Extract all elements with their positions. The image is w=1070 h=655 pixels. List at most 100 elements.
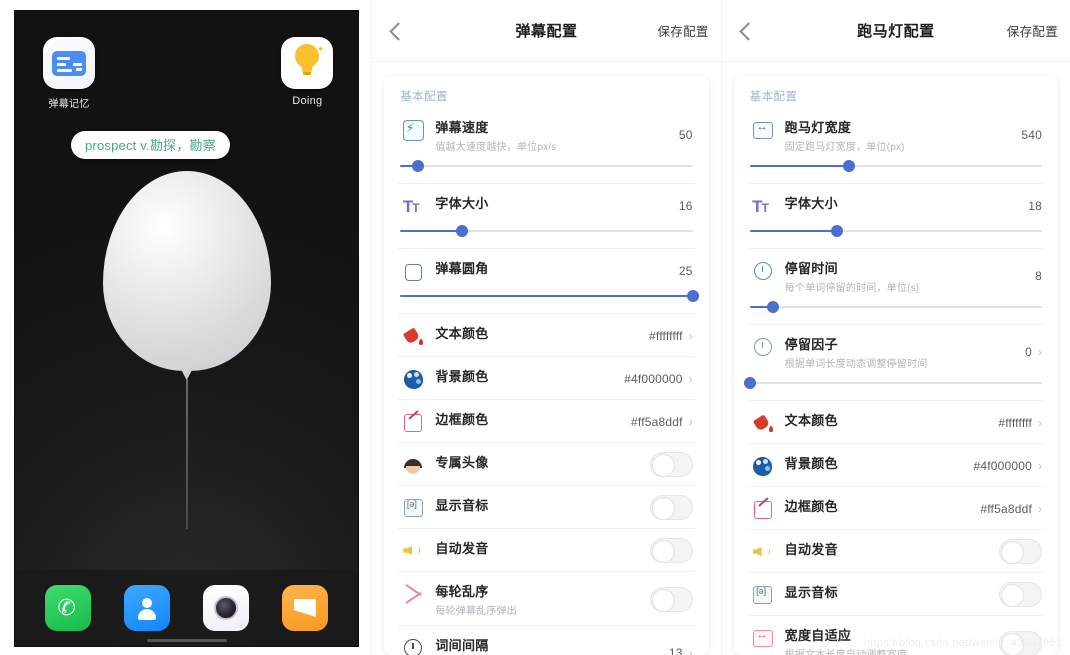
chevron-right-icon: › [1038,345,1042,359]
danmu-app-icon [43,37,95,89]
setting-row[interactable]: 文本颜色 #ffffffff › [748,401,1044,441]
setting-title: 文本颜色 [435,326,489,341]
setting-toggle[interactable] [999,582,1042,607]
setting-value: 25 [678,263,693,278]
setting-row-main: 弹幕速度值越大速度越快，单位px/s 50 [400,117,692,153]
app-shortcut-danmu[interactable]: 弹幕记忆 [42,37,96,110]
setting-title: 跑马灯宽度 [784,120,852,135]
setting-row[interactable]: 停留时间 每个单词停留的时间，单位(s) 8 [748,249,1044,322]
setting-slider[interactable] [400,224,693,238]
lightbulb-icon: ✦ [281,37,334,89]
setting-title: 专属头像 [435,455,489,470]
balloon-shape [102,171,271,371]
setting-row[interactable]: 词间间隔每个弹幕弹出的相隔时间(s) 13 › [398,626,694,655]
setting-slider[interactable] [400,159,693,173]
font-size-icon: TT [402,196,420,216]
setting-value: 0 [1025,345,1032,359]
setting-row[interactable]: 显示音标 [748,573,1044,613]
setting-value: #4f000000 [973,458,1032,473]
chevron-right-icon: › [1038,415,1042,430]
camera-icon[interactable] [203,585,250,631]
setting-slider[interactable] [743,376,1042,390]
phone-icon[interactable]: ✆ [45,585,92,631]
setting-row-texts: 背景颜色 [435,366,616,385]
slider-thumb[interactable] [843,160,856,172]
setting-title: 每轮乱序 [435,584,489,599]
avatar-icon [400,453,426,477]
width-icon [750,118,776,142]
setting-subtitle: 每轮弹幕乱序弹出 [435,606,517,617]
setting-slider[interactable] [749,224,1042,238]
setting-title: 背景颜色 [435,369,489,384]
setting-slider[interactable] [749,300,1042,314]
slider-thumb[interactable] [411,160,424,172]
setting-toggle[interactable] [999,539,1042,564]
setting-row-main: TT 字体大小 16 [400,193,693,218]
slider-thumb[interactable] [743,377,756,389]
setting-row[interactable]: 背景颜色 #4f000000 › [748,444,1044,484]
chevron-right-icon: › [688,414,693,429]
marquee-config-panel: 跑马灯配置 保存配置 基本配置 跑马灯宽度固定跑马灯宽度，单位(px) 540 TT… [721,0,1070,655]
setting-value: 50 [678,128,693,142]
setting-row[interactable]: 显示音标 [398,486,694,526]
setting-row[interactable]: 弹幕圆角 25 [398,249,699,311]
slider-thumb[interactable] [455,225,468,237]
sparkle-icon: ✦ [316,44,325,54]
setting-row[interactable]: 跑马灯宽度固定跑马灯宽度，单位(px) 540 [748,108,1044,181]
setting-row[interactable]: TT 字体大小 18 [748,184,1044,246]
contacts-icon[interactable] [124,585,171,631]
setting-row[interactable]: 自动发音 [748,530,1044,570]
setting-row[interactable]: 弹幕速度值越大速度越快，单位px/s 50 [398,108,694,181]
setting-row-main: 自动发音 [400,538,693,563]
setting-row-main: 词间间隔每个弹幕弹出的相隔时间(s) 13 › [400,635,693,655]
phone-home-screen-panel: 弹幕记忆 ✦ Doing prospect v.勘探，勘察 ✆ [0,0,372,655]
danmaku-overlay-chip: prospect v.勘探，勘察 [71,131,230,159]
setting-row[interactable]: TT 字体大小 16 [398,184,694,246]
chevron-right-icon: › [1038,501,1042,516]
setting-title: 背景颜色 [784,456,838,471]
setting-row[interactable]: 背景颜色 #4f000000 › [398,357,694,397]
setting-row[interactable]: 文本颜色 #ffffffff › [398,314,694,354]
slider-thumb[interactable] [686,290,699,302]
setting-toggle[interactable] [649,452,693,477]
slider-thumb[interactable] [767,301,780,313]
setting-toggle[interactable] [649,586,693,612]
setting-row[interactable]: 边框颜色 #ff5a8ddf › [748,487,1044,527]
setting-row-main: 停留因子 根据单词长度动态调整停留时间 0 › [750,334,1042,370]
setting-toggle[interactable] [649,538,693,563]
setting-row-main: 边框颜色 #ff5a8ddf › [400,409,693,434]
setting-title: 弹幕速度 [435,120,489,135]
setting-row[interactable]: 停留因子 根据单词长度动态调整停留时间 0 › [743,325,1044,398]
setting-toggle[interactable] [649,495,693,520]
save-config-button[interactable]: 保存配置 [1007,21,1058,40]
setting-row-main: 文本颜色 #ffffffff › [750,410,1042,435]
phonetic-icon [750,583,776,607]
setting-row-texts: 文本颜色 [785,410,991,429]
palette-icon [750,454,776,478]
setting-row-main: 自动发音 [750,539,1042,564]
app-shortcut-doing[interactable]: ✦ Doing [280,37,334,107]
slider-track [749,382,1042,384]
setting-row[interactable]: 专属头像 [398,443,694,483]
setting-row[interactable]: 每轮乱序每轮弹幕乱序弹出 [398,572,694,623]
slider-thumb[interactable] [831,225,844,237]
setting-title: 显示音标 [784,585,838,600]
setting-value: 18 [1028,198,1042,213]
danmaku-config-header: 弹幕配置 保存配置 [372,0,721,62]
setting-row-texts: 停留时间 每个单词停留的时间，单位(s) [785,258,1027,294]
phone-viewport: 弹幕记忆 ✦ Doing prospect v.勘探，勘察 ✆ [14,10,360,647]
chevron-right-icon: › [688,328,693,343]
messages-icon[interactable] [281,585,328,631]
save-config-button[interactable]: 保存配置 [657,21,708,40]
setting-slider[interactable] [749,159,1042,173]
slider-track [400,165,693,167]
setting-row[interactable]: 宽度自适应根据文本长度自动调整宽度 [748,616,1044,655]
app-label-doing: Doing [292,95,323,107]
setting-row[interactable]: 边框颜色 #ff5a8ddf › [398,400,694,440]
setting-slider[interactable] [400,289,699,303]
setting-row-main: 弹幕圆角 25 [400,258,692,283]
screenshot-root: 弹幕记忆 ✦ Doing prospect v.勘探，勘察 ✆ 弹幕配置 保存配… [0,0,1070,655]
setting-value: #ffffffff [998,415,1032,430]
setting-row-main: 背景颜色 #4f000000 › [750,453,1042,478]
setting-row[interactable]: 自动发音 [398,529,694,569]
